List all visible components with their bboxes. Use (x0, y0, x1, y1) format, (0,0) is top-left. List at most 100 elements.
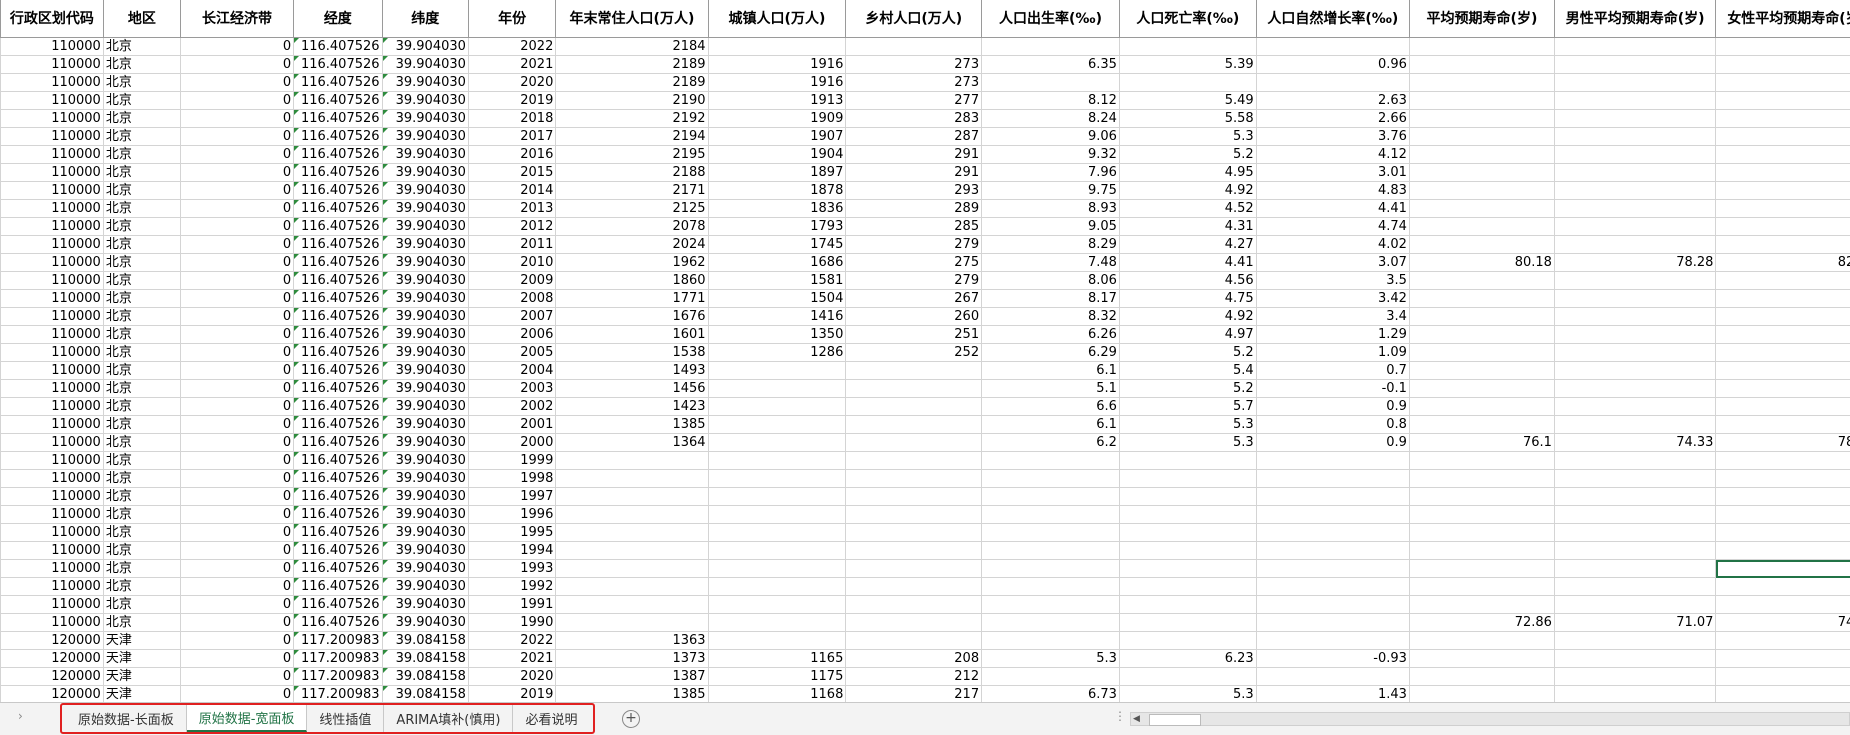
table-cell[interactable]: 5.2 (1118, 343, 1257, 362)
table-cell[interactable] (707, 451, 847, 470)
table-cell[interactable]: 0 (179, 217, 295, 236)
table-cell[interactable] (555, 577, 709, 596)
table-cell[interactable] (1408, 523, 1555, 542)
table-cell[interactable]: 116.407526 (293, 109, 383, 128)
table-cell[interactable] (1715, 181, 1850, 200)
table-cell[interactable] (1408, 307, 1555, 326)
table-cell[interactable]: 0 (179, 559, 295, 578)
table-cell[interactable]: 天津 (102, 631, 181, 650)
table-cell[interactable]: 0 (179, 613, 295, 632)
table-cell[interactable] (555, 469, 709, 488)
table-cell[interactable]: 120000 (0, 685, 104, 702)
table-cell[interactable]: 北京 (102, 271, 181, 290)
table-cell[interactable]: 0 (179, 397, 295, 416)
table-cell[interactable] (845, 415, 983, 434)
table-cell[interactable] (845, 397, 983, 416)
table-cell[interactable] (1715, 631, 1850, 650)
table-cell[interactable]: 北京 (102, 451, 181, 470)
table-cell[interactable] (1255, 667, 1410, 686)
table-cell[interactable] (1408, 397, 1555, 416)
table-cell[interactable] (555, 451, 709, 470)
table-cell[interactable]: 1997 (467, 487, 557, 506)
table-cell[interactable]: 0 (179, 505, 295, 524)
table-cell[interactable] (1255, 451, 1410, 470)
table-cell[interactable] (1408, 469, 1555, 488)
table-cell[interactable] (1118, 487, 1257, 506)
table-cell[interactable]: 2024 (555, 235, 709, 254)
table-cell[interactable]: 110000 (0, 487, 104, 506)
table-cell[interactable] (845, 577, 983, 596)
table-cell[interactable]: 1836 (707, 199, 847, 218)
table-cell[interactable]: 2017 (467, 127, 557, 146)
table-cell[interactable] (981, 73, 1120, 92)
sheet-tab[interactable]: 必看说明 (513, 705, 589, 732)
table-cell[interactable]: 2189 (555, 73, 709, 92)
table-cell[interactable] (1408, 343, 1555, 362)
table-cell[interactable] (707, 379, 847, 398)
table-cell[interactable] (1553, 685, 1717, 702)
table-cell[interactable]: 291 (845, 163, 983, 182)
table-cell[interactable]: 4.92 (1118, 307, 1257, 326)
table-cell[interactable] (1408, 199, 1555, 218)
table-cell[interactable]: 北京 (102, 217, 181, 236)
table-cell[interactable]: 2008 (467, 289, 557, 308)
table-cell[interactable]: 0 (179, 127, 295, 146)
table-cell[interactable]: 71.07 (1553, 613, 1717, 632)
table-cell[interactable] (1553, 163, 1717, 182)
table-cell[interactable]: 39.904030 (381, 325, 469, 344)
horizontal-scrollbar[interactable]: ◀ (1130, 712, 1850, 726)
table-cell[interactable]: 2004 (467, 361, 557, 380)
table-cell[interactable]: 82.21 (1715, 253, 1850, 272)
table-cell[interactable]: 北京 (102, 433, 181, 452)
table-cell[interactable]: 116.407526 (293, 415, 383, 434)
table-cell[interactable]: 北京 (102, 415, 181, 434)
table-cell[interactable]: 8.24 (981, 109, 1120, 128)
table-cell[interactable]: 116.407526 (293, 181, 383, 200)
table-cell[interactable]: 39.904030 (381, 235, 469, 254)
table-cell[interactable]: 116.407526 (293, 37, 383, 56)
table-cell[interactable]: -0.1 (1255, 379, 1410, 398)
table-cell[interactable]: 4.02 (1255, 235, 1410, 254)
table-cell[interactable] (1408, 685, 1555, 702)
table-cell[interactable]: 110000 (0, 91, 104, 110)
table-cell[interactable]: 0 (179, 523, 295, 542)
table-cell[interactable] (1715, 91, 1850, 110)
table-cell[interactable]: 287 (845, 127, 983, 146)
table-cell[interactable] (1715, 397, 1850, 416)
table-cell[interactable]: 0 (179, 685, 295, 702)
table-cell[interactable] (1118, 541, 1257, 560)
table-cell[interactable]: 110000 (0, 307, 104, 326)
table-cell[interactable]: 116.407526 (293, 433, 383, 452)
table-cell[interactable] (707, 487, 847, 506)
table-cell[interactable] (845, 379, 983, 398)
table-cell[interactable]: 1286 (707, 343, 847, 362)
table-cell[interactable]: 0 (179, 181, 295, 200)
table-cell[interactable] (981, 577, 1120, 596)
table-cell[interactable]: 1.29 (1255, 325, 1410, 344)
table-cell[interactable]: 0 (179, 469, 295, 488)
table-cell[interactable]: 116.407526 (293, 595, 383, 614)
table-cell[interactable]: 110000 (0, 235, 104, 254)
table-cell[interactable] (1715, 649, 1850, 668)
table-cell[interactable]: 116.407526 (293, 451, 383, 470)
table-cell[interactable] (1118, 505, 1257, 524)
table-cell[interactable] (1715, 55, 1850, 74)
table-cell[interactable] (1408, 145, 1555, 164)
table-cell[interactable]: 6.6 (981, 397, 1120, 416)
table-cell[interactable]: 3.76 (1255, 127, 1410, 146)
table-cell[interactable]: 天津 (102, 667, 181, 686)
table-cell[interactable]: 39.904030 (381, 397, 469, 416)
table-cell[interactable]: 117.200983 (293, 685, 383, 702)
column-header[interactable]: 乡村人口(万人) (845, 0, 983, 38)
table-cell[interactable] (1553, 379, 1717, 398)
table-cell[interactable]: 2192 (555, 109, 709, 128)
table-cell[interactable]: 0 (179, 91, 295, 110)
table-cell[interactable]: 6.26 (981, 325, 1120, 344)
table-cell[interactable]: 208 (845, 649, 983, 668)
table-cell[interactable]: 北京 (102, 289, 181, 308)
table-cell[interactable]: 2012 (467, 217, 557, 236)
table-cell[interactable]: 260 (845, 307, 983, 326)
table-cell[interactable]: 2018 (467, 109, 557, 128)
table-cell[interactable] (1255, 541, 1410, 560)
table-cell[interactable] (707, 505, 847, 524)
